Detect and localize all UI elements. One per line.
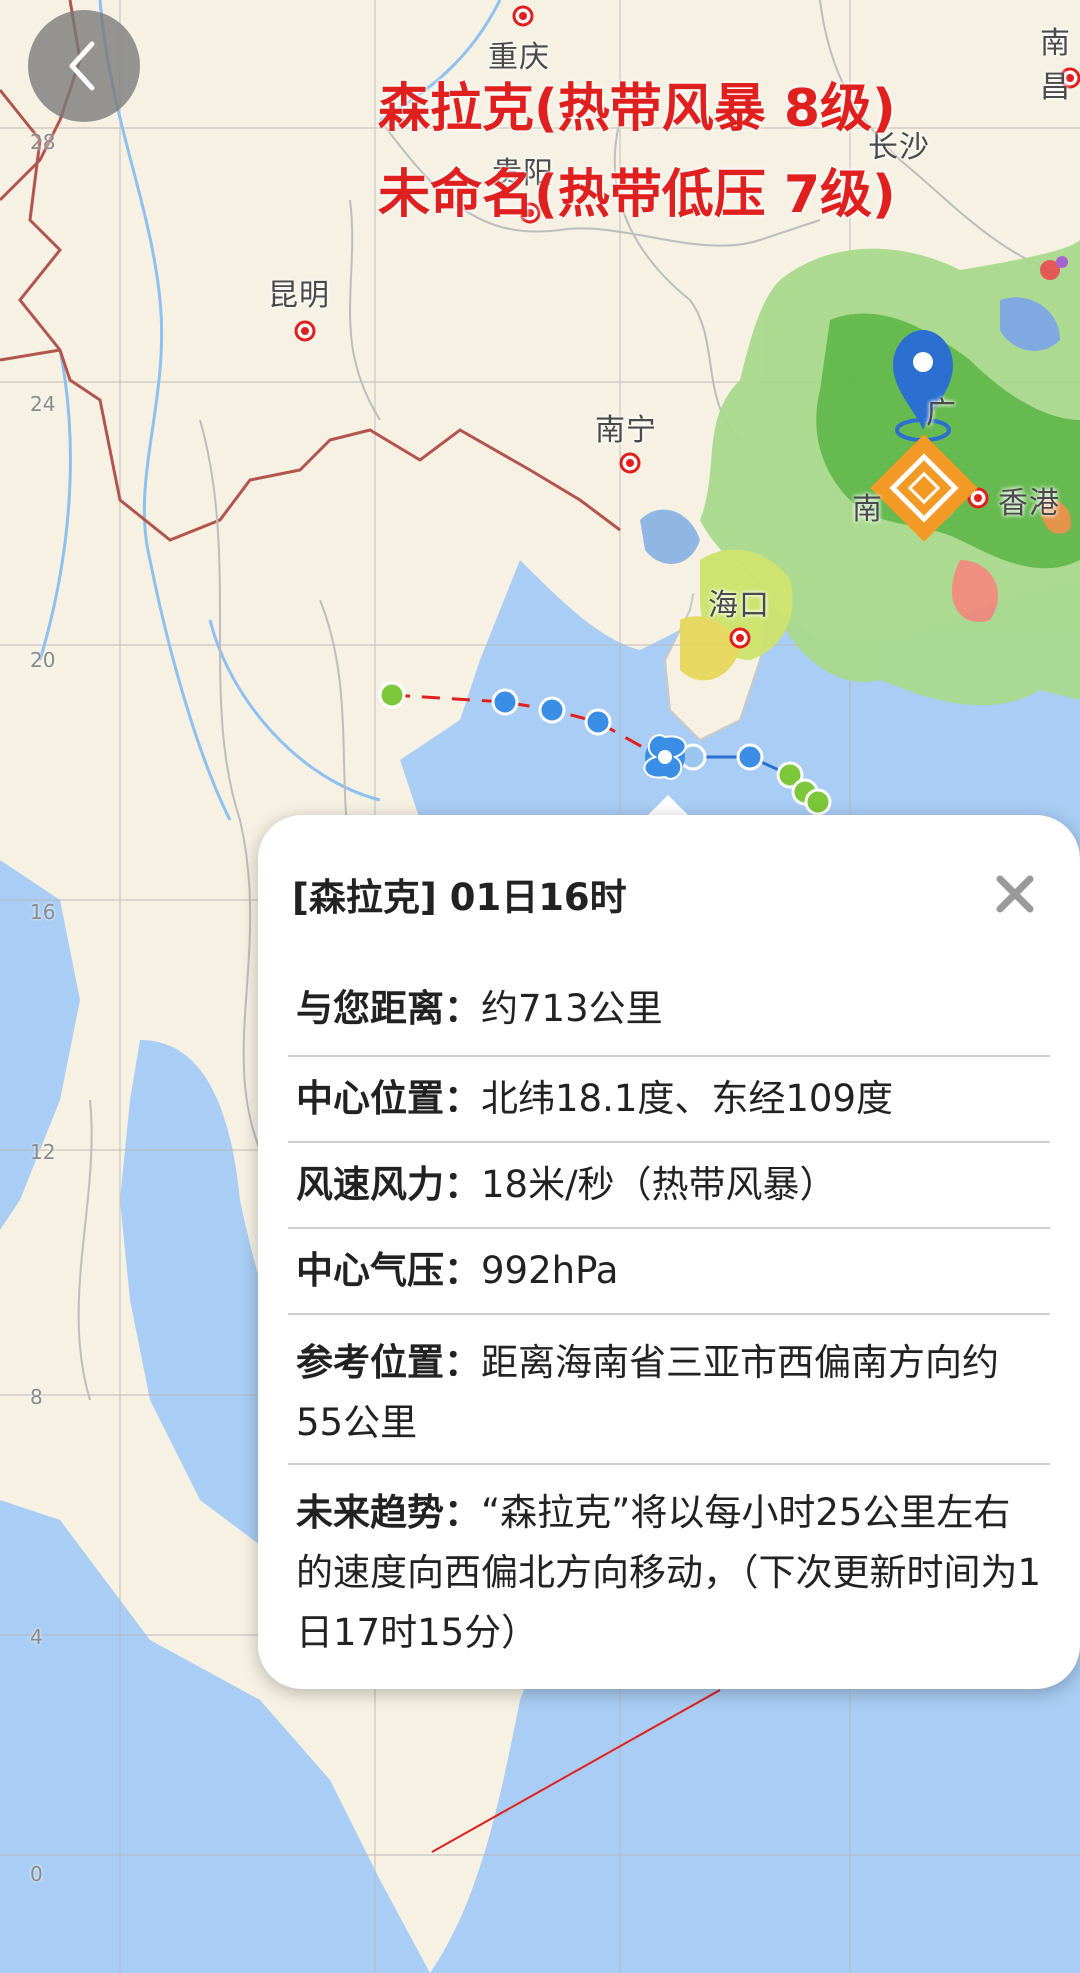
close-button[interactable] <box>992 871 1038 917</box>
latitude-label: 24 <box>30 392 56 416</box>
city-label-nanning: 南宁 <box>595 413 657 448</box>
info-value: 北纬18.1度、东经109度 <box>481 1077 894 1120</box>
latitude-label: 28 <box>30 130 56 154</box>
city-label-kunming: 昆明 <box>268 278 330 313</box>
storm-title-2: 未命名(热带低压 7级) <box>378 165 896 225</box>
info-label: 与您距离： <box>296 987 481 1030</box>
info-value: 18米/秒（热带风暴） <box>481 1163 837 1206</box>
storm-title-1: 森拉克(热带风暴 8级) <box>378 79 896 139</box>
info-label: 风速风力： <box>296 1163 481 1206</box>
info-label: 中心位置： <box>296 1077 481 1120</box>
latitude-label: 0 <box>30 1862 43 1886</box>
latitude-label: 16 <box>30 900 56 924</box>
latitude-label: 8 <box>30 1385 43 1409</box>
forecast-point <box>378 681 406 709</box>
track-point <box>736 743 764 771</box>
chevron-left-icon <box>69 41 95 91</box>
popup-title: [森拉克] 01日16时 <box>292 876 627 919</box>
info-row-trend: 未来趋势：“森拉克”将以每小时25公里左右的速度向西偏北方向移动，（下次更新时间… <box>288 1465 1050 1675</box>
info-label: 参考位置： <box>296 1341 481 1384</box>
latitude-label: 20 <box>30 648 56 672</box>
typhoon-info-popup: [森拉克] 01日16时 与您距离：约713公里 中心位置：北纬18.1度、东经… <box>258 815 1080 1689</box>
close-icon <box>996 875 1034 913</box>
city-label-hongkong: 香港 <box>998 486 1060 521</box>
city-label-nan: 南 <box>852 492 883 527</box>
info-value: 约713公里 <box>481 987 663 1030</box>
typhoon-icon <box>643 734 687 780</box>
info-row-center: 中心位置：北纬18.1度、东经109度 <box>288 1057 1050 1143</box>
track-point <box>804 788 832 816</box>
info-row-wind: 风速风力：18米/秒（热带风暴） <box>288 1143 1050 1229</box>
forecast-point <box>491 688 519 716</box>
info-label: 中心气压： <box>296 1249 481 1292</box>
city-label-guangzhou: 广 <box>926 396 957 431</box>
latitude-label: 4 <box>30 1625 43 1649</box>
latitude-label: 12 <box>30 1140 56 1164</box>
info-label: 未来趋势： <box>296 1491 481 1534</box>
back-button[interactable] <box>28 10 140 122</box>
info-row-pressure: 中心气压：992hPa <box>288 1229 1050 1315</box>
city-label-nanchang: 南昌 <box>1040 26 1071 105</box>
forecast-point <box>538 696 566 724</box>
info-row-reference: 参考位置：距离海南省三亚市西偏南方向约55公里 <box>288 1315 1050 1465</box>
info-row-distance: 与您距离：约713公里 <box>288 965 1050 1057</box>
info-value: 992hPa <box>481 1249 619 1292</box>
city-label-haikou: 海口 <box>708 588 770 623</box>
forecast-point <box>584 708 612 736</box>
